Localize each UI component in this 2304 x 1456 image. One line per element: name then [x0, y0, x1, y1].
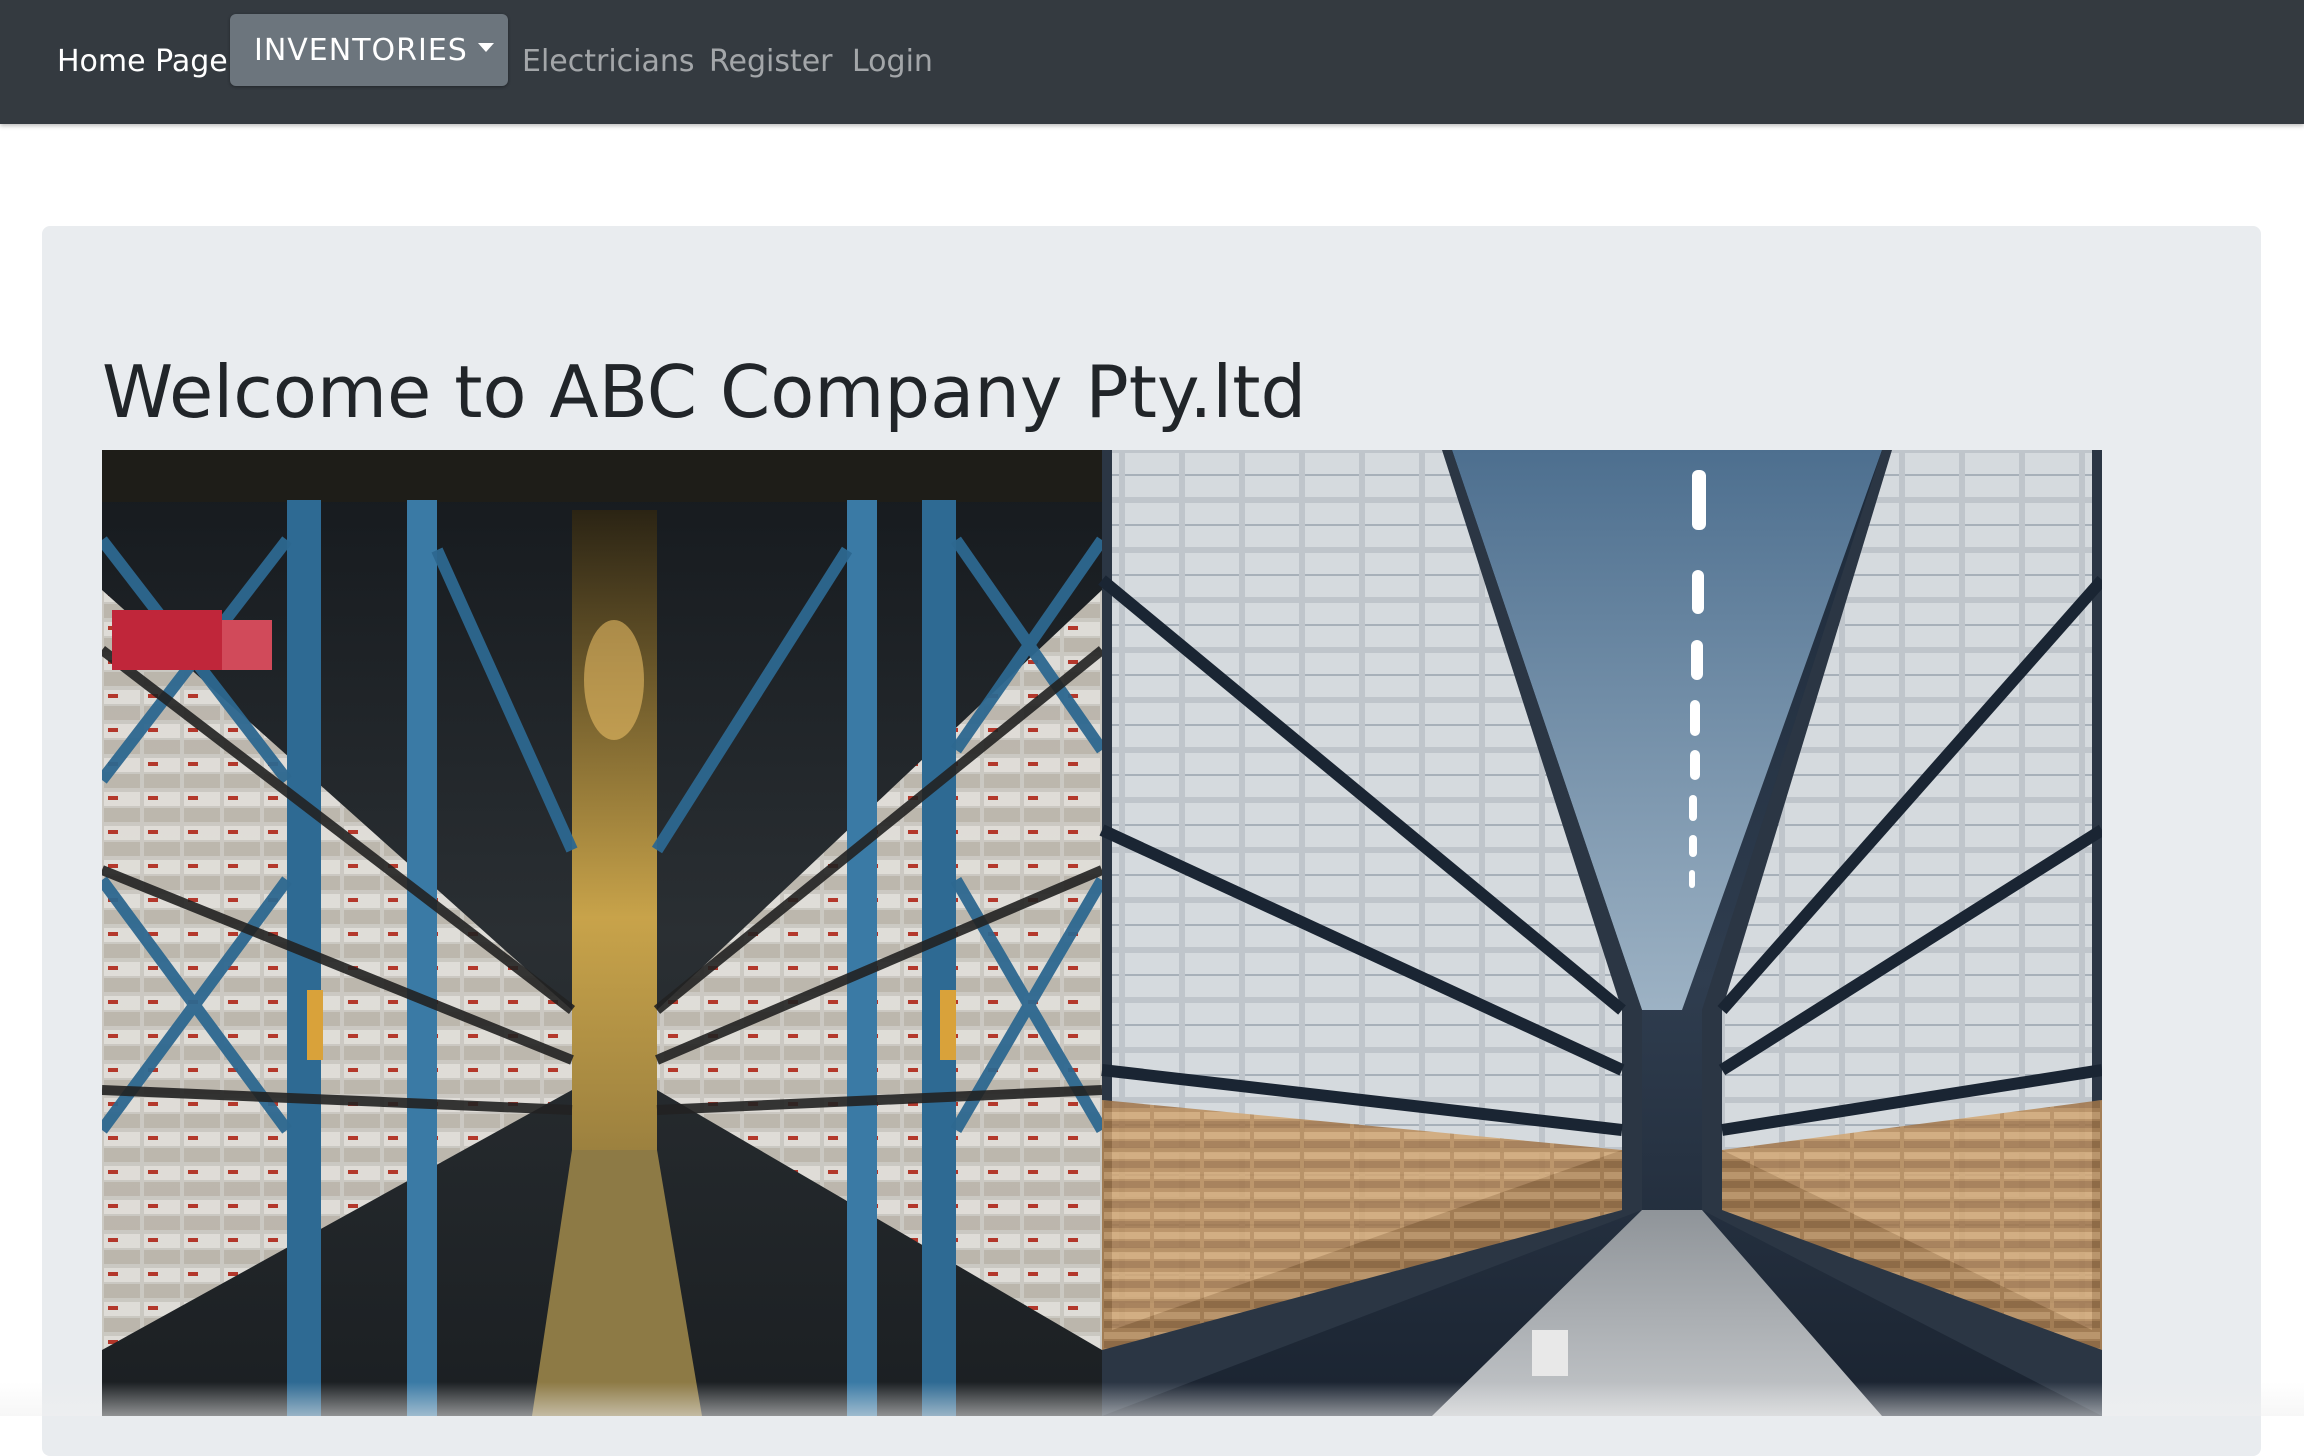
nav-register-link[interactable]: Register: [709, 40, 833, 84]
nav-home-link[interactable]: Home Page: [57, 40, 228, 84]
top-navbar: Home Page INVENTORIES Electricians Regis…: [0, 0, 2304, 124]
nav-electricians-link[interactable]: Electricians: [522, 40, 695, 84]
inventories-label: INVENTORIES: [254, 32, 468, 68]
bottom-fade: [0, 1382, 2304, 1416]
warehouse-hero-image: [102, 450, 2102, 1416]
nav-login-link[interactable]: Login: [852, 40, 933, 84]
page-title: Welcome to ABC Company Pty.ltd: [102, 350, 1307, 434]
warehouse-photo: [102, 450, 2102, 1416]
inventories-dropdown-button[interactable]: INVENTORIES: [230, 14, 508, 86]
caret-down-icon: [477, 42, 494, 52]
